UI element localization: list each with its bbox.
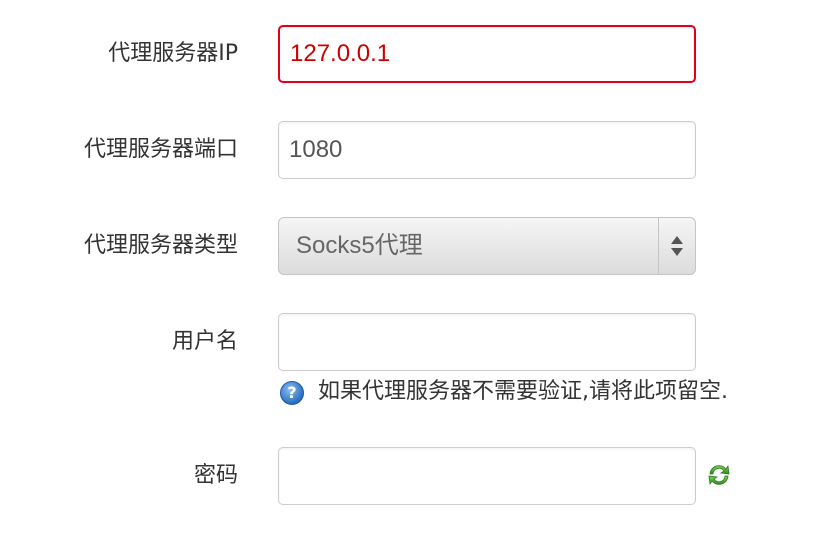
proxy-type-label: 代理服务器类型 [83,233,238,258]
chevron-down-icon [671,248,683,256]
proxy-ip-label: 代理服务器IP [108,41,238,66]
proxy-type-select[interactable]: Socks5代理 [278,217,696,275]
proxy-port-label: 代理服务器端口 [83,137,238,162]
proxy-port-input[interactable] [278,121,696,179]
refresh-icon[interactable] [706,462,732,488]
username-label: 用户名 [171,329,238,354]
password-label: 密码 [193,463,238,488]
proxy-ip-input[interactable] [278,25,696,83]
proxy-settings-form: 代理服务器IP 代理服务器端口 代理服务器类型 Socks5代理 用户名 ? 如… [0,0,826,534]
select-arrows-icon [658,218,695,274]
chevron-up-icon [671,236,683,244]
question-help-icon: ? [280,381,304,405]
password-input[interactable] [278,447,696,505]
username-hint-text: 如果代理服务器不需要验证,请将此项留空. [318,379,728,404]
username-input[interactable] [278,313,696,371]
proxy-type-selected-value: Socks5代理 [296,232,423,259]
